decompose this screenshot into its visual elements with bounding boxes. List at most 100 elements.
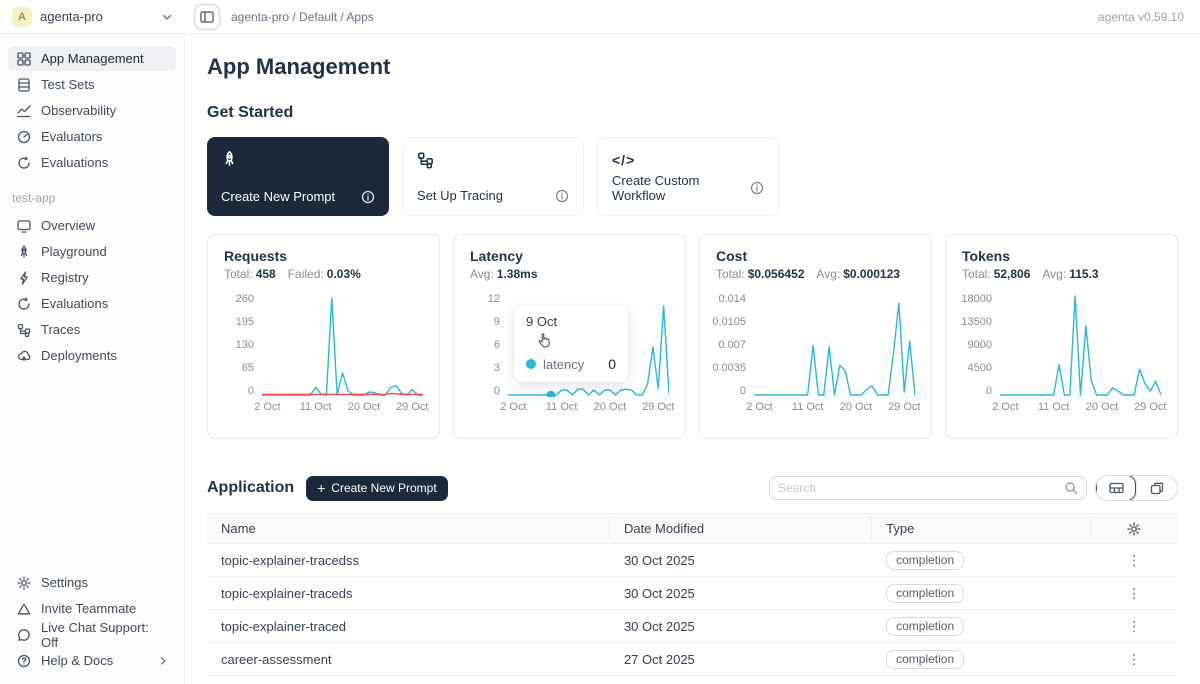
gauge-icon [16,129,32,145]
page-title: App Management [207,54,1178,80]
cost-chart-card: Cost Total:$0.056452 Avg:$0.000123 0.014… [699,234,932,439]
workspace-avatar: A [12,7,32,27]
refresh-icon [16,296,32,312]
chat-icon [16,627,32,643]
trace-tree-icon [417,150,569,170]
rocket-icon [16,244,32,260]
info-icon[interactable] [555,189,569,203]
sidebar-item-traces[interactable]: Traces [8,317,176,342]
metrics-cards: Requests Total:458 Failed:0.03% 26019513… [207,234,1178,439]
chart-stats: Total:$0.056452 Avg:$0.000123 [716,267,915,281]
info-icon[interactable] [361,190,375,204]
column-header-type[interactable]: Type [872,521,1090,536]
column-header-date[interactable]: Date Modified [610,521,872,536]
application-header: Application + Create New Prompt [207,475,1178,501]
sidebar-item-overview[interactable]: Overview [8,213,176,238]
sidebar-item-invite-teammate[interactable]: Invite Teammate [8,596,176,621]
table-row[interactable]: topic-explainer-traceds 30 Oct 2025 comp… [207,577,1178,610]
chart-title: Tokens [962,248,1161,264]
table-row[interactable]: career-assessment 27 Oct 2025 completion… [207,643,1178,676]
row-menu-button[interactable]: ⋮ [1127,651,1141,668]
chart-title: Requests [224,248,423,264]
sidebar-item-deployments[interactable]: Deployments [8,343,176,368]
bolt-icon [16,270,32,286]
card-view-icon [1150,482,1164,495]
tooltip-series: latency [543,357,584,372]
info-icon[interactable] [750,181,764,195]
series-marker [526,359,536,369]
sidebar-item-test-sets[interactable]: Test Sets [8,72,176,97]
tokens-line-chart[interactable]: 1800013500900045000 2 Oct11 Oct20 Oct29 … [962,293,1161,417]
sidebar-item-registry[interactable]: Registry [8,265,176,290]
type-badge: completion [886,584,964,603]
sidebar-item-evaluations[interactable]: Evaluations [8,150,176,175]
tree-icon [16,322,32,338]
table-header: Name Date Modified Type [207,513,1178,544]
breadcrumb[interactable]: agenta-pro / Default / Apps [231,10,374,24]
sidebar-item-playground[interactable]: Playground [8,239,176,264]
search-icon[interactable] [1064,481,1078,495]
create-new-prompt-card[interactable]: Create New Prompt [207,137,389,216]
tooltip-value: 0 [608,356,616,372]
requests-line-chart[interactable]: 260195130650 2 Oct11 Oct20 Oct29 Oct [224,293,423,417]
card-label: Set Up Tracing [417,188,503,203]
table-row[interactable]: topic-explainer-traced 30 Oct 2025 compl… [207,610,1178,643]
card-label: Create Custom Workflow [612,173,750,203]
table-view-icon [1109,482,1124,494]
application-heading: Application [207,479,294,497]
top-bar: A agenta-pro agenta-pro / Default / Apps… [0,0,1200,34]
sidebar-item-label: Test Sets [41,77,94,92]
sidebar-item-evaluations-app[interactable]: Evaluations [8,291,176,316]
card-view-button[interactable] [1137,475,1177,501]
sidebar: App Management Test Sets Observability E… [0,34,185,684]
latency-chart-card: Latency Avg:1.38ms 129630 2 Oct11 Oct20 … [453,234,686,439]
sidebar-item-observability[interactable]: Observability [8,98,176,123]
app-date: 27 Oct 2025 [610,652,872,667]
tooltip-row: latency 0 [526,356,616,372]
cost-line-chart[interactable]: 0.0140.01050.0070.00350 2 Oct11 Oct20 Oc… [716,293,915,417]
chart-line-icon [16,103,32,119]
type-badge: completion [886,650,964,669]
chevron-down-icon [161,11,173,23]
sidebar-item-label: Invite Teammate [41,601,136,616]
sidebar-item-settings[interactable]: Settings [8,570,176,595]
table-settings-gear-icon[interactable] [1127,522,1141,536]
chart-stats: Total:458 Failed:0.03% [224,267,423,281]
row-menu-button[interactable]: ⋮ [1127,552,1141,569]
column-header-name[interactable]: Name [207,521,610,536]
table-row[interactable]: topic-explainer-tracedss 30 Oct 2025 com… [207,544,1178,577]
sidebar-item-label: App Management [41,51,144,66]
row-menu-button[interactable]: ⋮ [1127,618,1141,635]
view-toggle [1095,475,1178,501]
table-view-button[interactable] [1096,475,1136,501]
mouse-cursor-icon [536,332,554,355]
create-new-prompt-button[interactable]: + Create New Prompt [306,476,448,501]
sidebar-footer: Settings Invite Teammate Live Chat Suppo… [8,570,176,674]
help-icon [16,653,32,669]
sidebar-item-app-management[interactable]: App Management [8,46,176,71]
sidebar-item-live-chat[interactable]: Live Chat Support: Off [8,622,176,647]
sidebar-item-label: Traces [41,322,80,337]
chart-stats: Avg:1.38ms [470,267,669,281]
code-icon: </> [612,150,764,170]
search-input[interactable] [778,481,1064,495]
grid-icon [16,51,32,67]
create-custom-workflow-card[interactable]: </> Create Custom Workflow [597,137,779,216]
triangle-icon [16,601,32,617]
sidebar-item-label: Overview [41,218,95,233]
set-up-tracing-card[interactable]: Set Up Tracing [402,137,584,216]
sidebar-toggle-button[interactable] [193,3,221,31]
search-box [769,476,1087,500]
chart-tooltip: 9 Oct latency 0 [514,305,628,382]
app-name: topic-explainer-traceds [207,586,610,601]
workspace-selector[interactable]: A agenta-pro [0,0,185,33]
app-version: agenta v0.59.10 [1098,10,1184,24]
requests-chart-card: Requests Total:458 Failed:0.03% 26019513… [207,234,440,439]
sidebar-item-help-docs[interactable]: Help & Docs [8,648,176,673]
row-menu-button[interactable]: ⋮ [1127,585,1141,602]
panel-left-icon [200,11,214,23]
sidebar-item-label: Evaluations [41,296,108,311]
app-name: career-assessment [207,652,610,667]
gear-icon [16,575,32,591]
sidebar-item-evaluators[interactable]: Evaluators [8,124,176,149]
